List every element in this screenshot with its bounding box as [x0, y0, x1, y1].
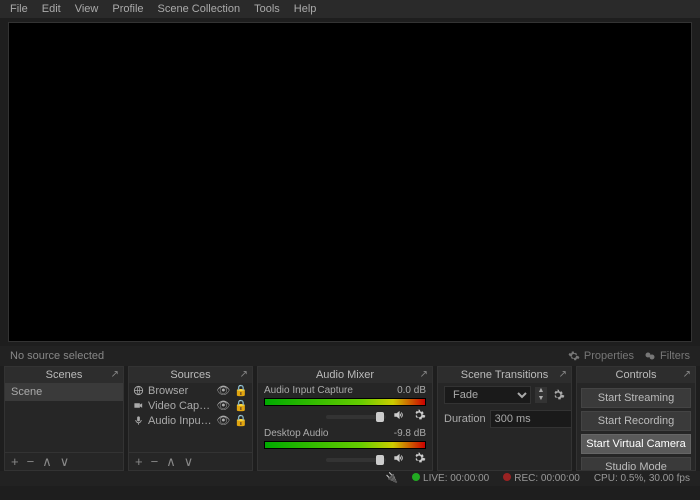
rec-dot-icon: [503, 473, 511, 481]
sources-footer: + − ∧ ∨: [129, 452, 252, 470]
volume-slider[interactable]: [326, 458, 386, 462]
source-toolbar: No source selected Properties Filters: [0, 346, 700, 366]
sources-popout-icon[interactable]: ↗: [240, 369, 248, 380]
track-name: Audio Input Capture: [264, 385, 353, 396]
sources-down-button[interactable]: ∨: [184, 455, 194, 468]
visibility-toggle[interactable]: 👁: [216, 399, 230, 412]
mixer-title: Audio Mixer: [316, 369, 374, 381]
transition-settings-icon[interactable]: [551, 388, 565, 402]
sources-up-button[interactable]: ∧: [166, 455, 176, 468]
scene-item[interactable]: Scene: [5, 383, 123, 401]
scenes-title: Scenes: [46, 369, 83, 381]
mic-icon: [133, 415, 144, 426]
source-label: Browser: [148, 385, 212, 397]
sources-add-button[interactable]: +: [135, 455, 143, 468]
lock-toggle[interactable]: 🔒: [234, 414, 248, 427]
scenes-up-button[interactable]: ∧: [42, 455, 52, 468]
source-label: Video Capture Dev…: [148, 400, 212, 412]
mixer-popout-icon[interactable]: ↗: [420, 369, 428, 380]
lock-toggle[interactable]: 🔒: [234, 384, 248, 397]
preview-canvas[interactable]: [8, 22, 692, 342]
mixer-track-desktop-audio: Desktop Audio -9.8 dB: [258, 426, 432, 469]
status-cpu: CPU: 0.5%, 30.00 fps: [594, 473, 690, 484]
menu-tools[interactable]: Tools: [254, 3, 280, 15]
controls-popout-icon[interactable]: ↗: [683, 369, 691, 380]
live-dot-icon: [412, 473, 420, 481]
no-source-label: No source selected: [10, 350, 104, 362]
vu-meter: [264, 398, 426, 406]
sources-remove-button[interactable]: −: [151, 455, 159, 468]
source-row-browser[interactable]: Browser 👁 🔒: [129, 383, 252, 398]
transitions-popout-icon[interactable]: ↗: [559, 369, 567, 380]
transition-select[interactable]: Fade: [444, 386, 531, 404]
track-settings-icon[interactable]: [412, 451, 426, 465]
audio-mixer-panel: Audio Mixer ↗ Audio Input Capture 0.0 dB: [257, 366, 433, 471]
vu-meter: [264, 441, 426, 449]
menu-help[interactable]: Help: [294, 3, 317, 15]
mixer-track-audio-input: Audio Input Capture 0.0 dB: [258, 383, 432, 426]
menu-profile[interactable]: Profile: [112, 3, 143, 15]
source-row-audio-input[interactable]: Audio Input Capt… 👁 🔒: [129, 413, 252, 428]
visibility-toggle[interactable]: 👁: [216, 414, 230, 427]
scenes-down-button[interactable]: ∨: [60, 455, 70, 468]
menu-view[interactable]: View: [75, 3, 99, 15]
controls-panel: Controls ↗ Start Streaming Start Recordin…: [576, 366, 696, 471]
track-settings-icon[interactable]: [412, 408, 426, 422]
properties-label: Properties: [584, 350, 634, 362]
globe-icon: [133, 385, 144, 396]
speaker-icon[interactable]: [392, 408, 406, 422]
volume-slider[interactable]: [326, 415, 386, 419]
sources-panel: Sources ↗ Browser 👁 🔒 Video Capture Dev……: [128, 366, 253, 471]
lock-toggle[interactable]: 🔒: [234, 399, 248, 412]
controls-title: Controls: [616, 369, 657, 381]
track-db: 0.0 dB: [397, 385, 426, 396]
transitions-title: Scene Transitions: [461, 369, 548, 381]
source-row-video-capture[interactable]: Video Capture Dev… 👁 🔒: [129, 398, 252, 413]
duration-label: Duration: [444, 413, 486, 425]
scenes-panel: Scenes ↗ Scene + − ∧ ∨: [4, 366, 124, 471]
filters-icon: [644, 350, 656, 362]
menu-edit[interactable]: Edit: [42, 3, 61, 15]
sources-title: Sources: [170, 369, 210, 381]
filters-button[interactable]: Filters: [644, 350, 690, 362]
status-connection-icon: 🔌: [386, 473, 398, 484]
status-bar: 🔌 LIVE: 00:00:00 REC: 00:00:00 CPU: 0.5%…: [0, 471, 700, 486]
mixer-track-mic-aux: Mic/Aux -2.0 dB: [258, 469, 432, 470]
gear-icon: [568, 350, 580, 362]
transitions-panel: Scene Transitions ↗ Fade ▲▼ Duration ▲▼: [437, 366, 572, 471]
properties-button[interactable]: Properties: [568, 350, 634, 362]
transition-spinner[interactable]: ▲▼: [535, 387, 547, 403]
control-start-streaming[interactable]: Start Streaming: [581, 388, 691, 408]
menu-file[interactable]: File: [10, 3, 28, 15]
duration-input[interactable]: [490, 410, 571, 428]
docks-row: Scenes ↗ Scene + − ∧ ∨ Sources ↗ Browser…: [0, 366, 700, 471]
scenes-popout-icon[interactable]: ↗: [111, 369, 119, 380]
control-studio-mode[interactable]: Studio Mode: [581, 457, 691, 470]
status-live: LIVE: 00:00:00: [423, 473, 489, 484]
track-name: Desktop Audio: [264, 428, 329, 439]
visibility-toggle[interactable]: 👁: [216, 384, 230, 397]
camera-icon: [133, 400, 144, 411]
track-db: -9.8 dB: [394, 428, 426, 439]
control-start-recording[interactable]: Start Recording: [581, 411, 691, 431]
scenes-add-button[interactable]: +: [11, 455, 19, 468]
menu-scene-collection[interactable]: Scene Collection: [158, 3, 241, 15]
scenes-remove-button[interactable]: −: [27, 455, 35, 468]
control-start-virtual-camera[interactable]: Start Virtual Camera: [581, 434, 691, 454]
scenes-footer: + − ∧ ∨: [5, 452, 123, 470]
filters-label: Filters: [660, 350, 690, 362]
menu-bar: File Edit View Profile Scene Collection …: [0, 0, 700, 18]
status-rec: REC: 00:00:00: [514, 473, 580, 484]
speaker-icon[interactable]: [392, 451, 406, 465]
source-label: Audio Input Capt…: [148, 415, 212, 427]
